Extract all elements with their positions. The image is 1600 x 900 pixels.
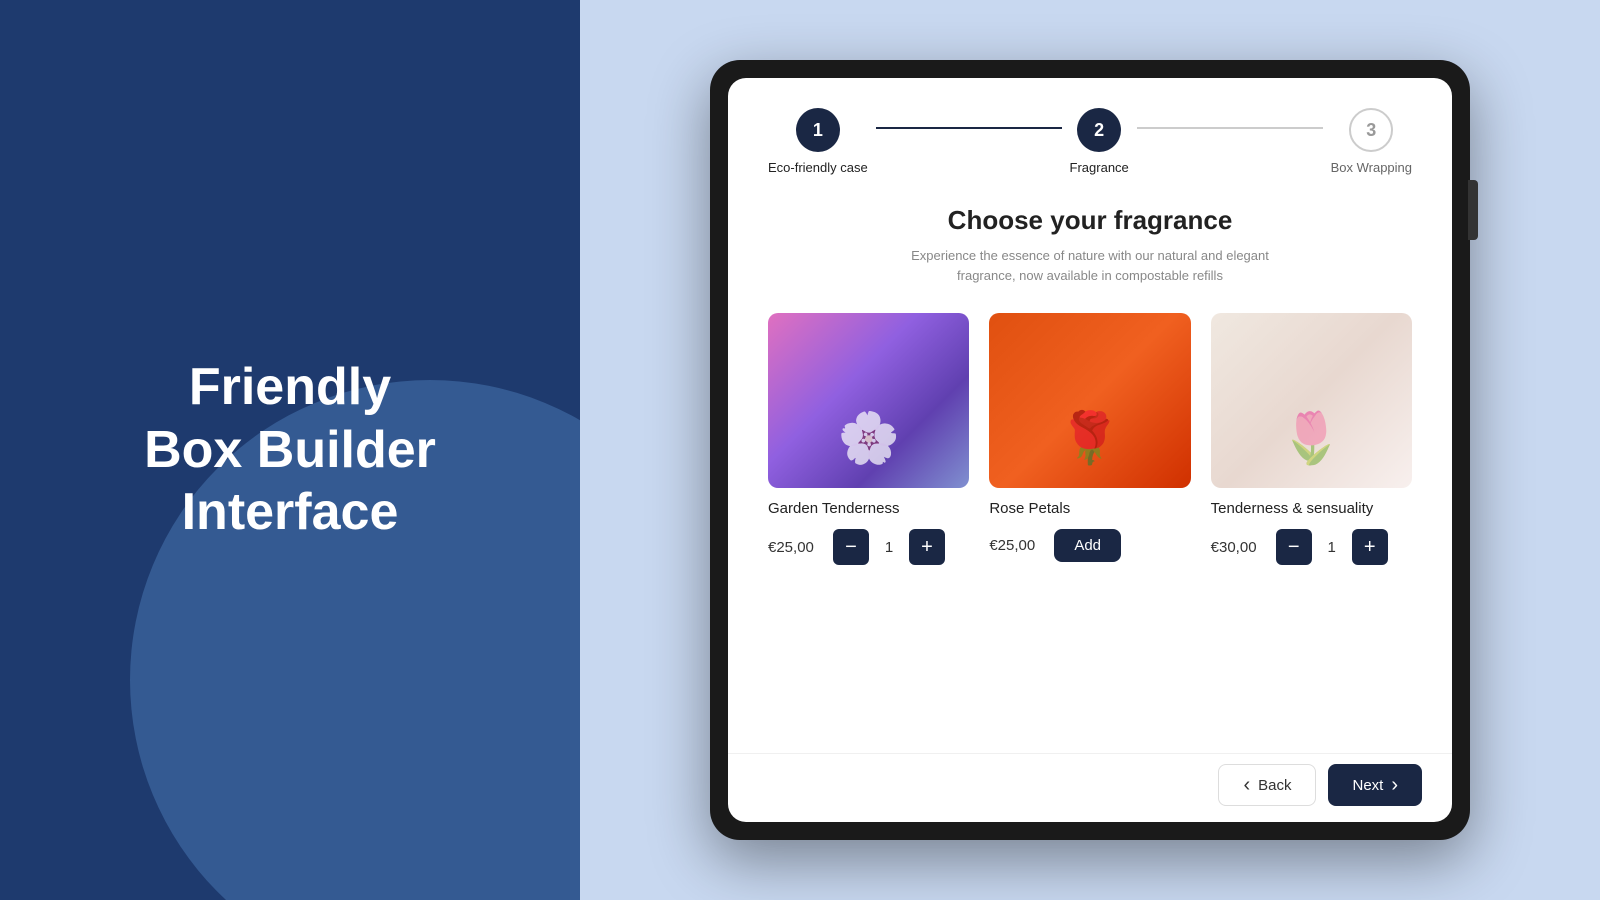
- chevron-left-icon: [1243, 775, 1250, 795]
- product-card-1: Garden Tenderness €25,00 − 1 +: [768, 313, 969, 565]
- step-line-2-3: [1137, 127, 1323, 129]
- increment-btn-3[interactable]: +: [1352, 529, 1388, 565]
- product-name-3: Tenderness & sensuality: [1211, 500, 1412, 517]
- page-subtitle: Experience the essence of nature with ou…: [768, 246, 1412, 285]
- page-heading: Choose your fragrance: [768, 205, 1412, 236]
- add-button-2[interactable]: Add: [1054, 529, 1121, 562]
- chevron-right-icon: [1391, 775, 1398, 795]
- product-card-3: Tenderness & sensuality €30,00 − 1 +: [1211, 313, 1412, 565]
- product-name-1: Garden Tenderness: [768, 500, 969, 517]
- step-3: 3 Box Wrapping: [1331, 108, 1412, 175]
- step-3-label: Box Wrapping: [1331, 160, 1412, 175]
- qty-value-3: 1: [1322, 539, 1342, 556]
- step-3-circle: 3: [1349, 108, 1393, 152]
- hero-title: Friendly Box Builder Interface: [84, 356, 496, 543]
- product-controls-1: €25,00 − 1 +: [768, 529, 969, 565]
- product-price-1: €25,00: [768, 539, 823, 556]
- screen-content: 1 Eco-friendly case 2 Fragrance: [728, 78, 1452, 753]
- next-button[interactable]: Next: [1328, 764, 1422, 806]
- decrement-btn-3[interactable]: −: [1276, 529, 1312, 565]
- step-1: 1 Eco-friendly case: [768, 108, 868, 175]
- product-price-2: €25,00: [989, 537, 1044, 554]
- increment-btn-1[interactable]: +: [909, 529, 945, 565]
- stepper: 1 Eco-friendly case 2 Fragrance: [768, 108, 1412, 175]
- product-name-2: Rose Petals: [989, 500, 1190, 517]
- decrement-btn-1[interactable]: −: [833, 529, 869, 565]
- product-image-3: [1211, 313, 1412, 488]
- back-button[interactable]: Back: [1218, 764, 1316, 806]
- tablet-device: 1 Eco-friendly case 2 Fragrance: [710, 60, 1470, 840]
- product-card-2: Rose Petals €25,00 Add: [989, 313, 1190, 565]
- product-image-2: [989, 313, 1190, 488]
- right-panel: 1 Eco-friendly case 2 Fragrance: [580, 0, 1600, 900]
- product-grid: Garden Tenderness €25,00 − 1 + Rose Peta…: [768, 313, 1412, 565]
- step-1-circle: 1: [796, 108, 840, 152]
- tablet-screen: 1 Eco-friendly case 2 Fragrance: [728, 78, 1452, 822]
- product-price-3: €30,00: [1211, 539, 1266, 556]
- product-controls-2: €25,00 Add: [989, 529, 1190, 562]
- step-2-label: Fragrance: [1070, 160, 1129, 175]
- product-image-1: [768, 313, 969, 488]
- step-line-1-2: [876, 127, 1062, 129]
- step-2-circle: 2: [1077, 108, 1121, 152]
- step-2: 2 Fragrance: [1070, 108, 1129, 175]
- bottom-navigation: Back Next: [728, 753, 1452, 822]
- qty-value-1: 1: [879, 539, 899, 556]
- left-panel: Friendly Box Builder Interface: [0, 0, 580, 900]
- product-controls-3: €30,00 − 1 +: [1211, 529, 1412, 565]
- step-1-label: Eco-friendly case: [768, 160, 868, 175]
- tablet-notch: [1468, 180, 1478, 240]
